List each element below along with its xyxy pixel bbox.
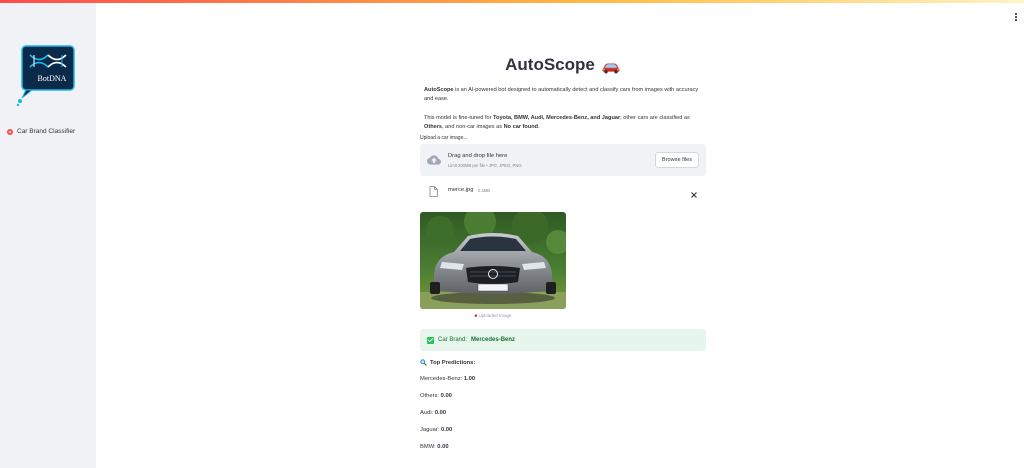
- caption-car-icon: ■: [474, 313, 478, 318]
- car-emoji-icon: [601, 59, 621, 74]
- check-icon: [427, 336, 434, 344]
- logo-text: BotDNA: [37, 74, 67, 83]
- model-info-paragraph: This model is fine-tuned for Toyota, BMW…: [420, 114, 706, 132]
- ellipsis-dot: [1015, 16, 1017, 18]
- dropzone-limit: Limit 200MB per file • JPG, JPEG, PNG: [448, 163, 522, 168]
- image-caption: ■ Uploaded Image: [420, 313, 566, 318]
- prediction-row: BMW: 0.00: [420, 444, 449, 450]
- prediction-value: 0.00: [437, 444, 449, 450]
- prediction-label: Jaguar:: [420, 427, 441, 433]
- magnifier-icon: [420, 359, 427, 366]
- intro-paragraph: AutoScope is an AI-powered bot designed …: [420, 86, 706, 104]
- main-menu-button[interactable]: [1012, 10, 1020, 24]
- ellipsis-dot: [1015, 19, 1017, 21]
- sidebar-item-label: Car Brand Classifier: [17, 128, 76, 135]
- uploaded-car-image: [420, 212, 566, 309]
- model-info-nocar: No car found: [503, 124, 539, 130]
- page-title: AutoScope: [420, 50, 706, 80]
- file-dropzone[interactable]: Drag and drop file here Limit 200MB per …: [420, 144, 706, 176]
- top-decoration-bar: [0, 0, 1024, 3]
- page-title-text: AutoScope: [505, 55, 595, 74]
- prediction-label: Audi:: [420, 410, 435, 416]
- uploader-label: Upload a car image...: [420, 135, 468, 141]
- prediction-label: Mercedes-Benz:: [420, 376, 464, 382]
- prediction-value: 0.00: [434, 410, 447, 416]
- intro-text: is an AI-powered bot designed to automat…: [424, 87, 699, 102]
- image-caption-text: Uploaded Image: [478, 313, 512, 318]
- prediction-value: 0.00: [440, 393, 452, 399]
- uploaded-file-row: merce.jpg 0.4MB: [420, 178, 706, 200]
- prediction-label: BMW:: [420, 444, 438, 450]
- model-info-prefix: This model is fine-tuned for: [424, 115, 494, 121]
- prediction-row: Jaguar: 0.00: [420, 427, 452, 433]
- browse-files-button[interactable]: Browse files: [655, 152, 699, 168]
- main-content: AutoScope AutoScope is an AI-powered bot…: [420, 50, 706, 200]
- result-value: Mercedes-Benz: [471, 337, 516, 343]
- prediction-value: 1.00: [463, 376, 476, 382]
- result-success-alert: Car Brand: Mercedes-Benz: [420, 329, 706, 351]
- vertical-ellipsis-icon: [1015, 13, 1017, 15]
- sidebar-item-car-brand-classifier[interactable]: Car Brand Classifier: [7, 128, 75, 135]
- model-info-middle: ; other cars are classified as: [620, 115, 690, 121]
- top-predictions-title: Top Predictions:: [430, 359, 476, 366]
- radio-selected-icon: [7, 128, 13, 135]
- cloud-upload-icon: [427, 153, 441, 167]
- result-label: Car Brand:: [438, 337, 468, 343]
- model-info-others: Others: [424, 124, 443, 130]
- remove-file-close-icon[interactable]: [690, 186, 698, 198]
- file-name: merce.jpg: [448, 187, 474, 193]
- prediction-row: Mercedes-Benz: 1.00: [420, 376, 475, 382]
- model-info-brands: Toyota, BMW, Audi, Mercedes-Benz, and Ja…: [493, 115, 621, 121]
- botdna-logo: BotDNA: [16, 43, 76, 107]
- prediction-row: Others: 0.00: [420, 393, 452, 399]
- file-size: 0.4MB: [478, 188, 491, 193]
- prediction-row: Audi: 0.00: [420, 410, 446, 416]
- prediction-label: Others:: [420, 393, 441, 399]
- intro-brand: AutoScope: [424, 87, 454, 93]
- dropzone-title: Drag and drop file here: [448, 153, 508, 159]
- prediction-value: 0.00: [440, 427, 453, 433]
- file-icon: [429, 184, 438, 197]
- model-info-middle2: , and non-car images as: [442, 124, 504, 130]
- model-info-end: .: [538, 124, 540, 130]
- top-predictions-heading: Top Predictions:: [420, 359, 475, 366]
- sidebar: BotDNA Car Brand Classifier: [0, 3, 96, 468]
